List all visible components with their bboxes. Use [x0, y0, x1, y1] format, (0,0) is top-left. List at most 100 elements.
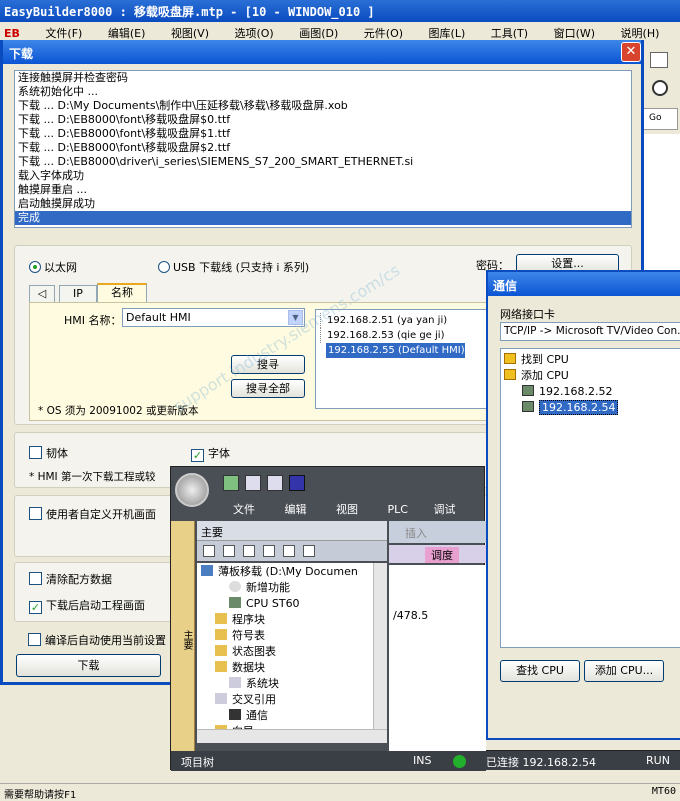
app-menu-bar: EB 文件(F) 编辑(E) 视图(V) 选项(O) 画图(D) 元件(O) 图… [0, 22, 680, 42]
s7-menu-edit[interactable]: 编辑 [285, 503, 307, 516]
usb-radio[interactable]: USB 下载线 (只支持 i 系列) [158, 259, 309, 275]
tool-icon[interactable] [263, 545, 275, 557]
cpu-icon [229, 597, 241, 608]
help-icon [229, 581, 241, 592]
custom-boot-checkbox[interactable]: 使用者自定义开机画面 [29, 506, 156, 522]
tab-name[interactable]: 名称 [97, 283, 147, 302]
search-button[interactable]: 搜寻 [231, 355, 305, 374]
toolbar-icon[interactable] [650, 52, 668, 68]
tree-item[interactable]: 新增功能 [201, 580, 373, 596]
step7-status-right: 已连接 192.168.2.54 RUN [486, 750, 680, 770]
ip-item-selected[interactable]: 192.168.2.55 (Default HMI) [326, 343, 465, 358]
ip-item[interactable]: 192.168.2.51 (ya yan ji) [320, 313, 493, 328]
check-icon[interactable] [223, 475, 239, 491]
log-line-selected[interactable]: 完成 [15, 211, 631, 225]
cpu-tree[interactable]: 找到 CPU 添加 CPU 192.168.2.52 192.168.2.54 [500, 348, 680, 648]
menu-draw[interactable]: 画图(D) [299, 27, 338, 40]
tool-icon[interactable] [223, 545, 235, 557]
tree-item[interactable]: 通信 [201, 708, 373, 724]
menu-library[interactable]: 图库(L) [429, 27, 466, 40]
search-all-button[interactable]: 搜寻全部 [231, 379, 305, 398]
menu-objects[interactable]: 元件(O) [364, 27, 403, 40]
folder-icon [215, 629, 227, 640]
log-line: 触摸屏重启 ... [18, 183, 87, 196]
menu-window[interactable]: 窗口(W) [554, 27, 595, 40]
tree-item[interactable]: 程序块 [201, 612, 373, 628]
clear-recipe-checkbox[interactable]: 清除配方数据 [29, 571, 112, 587]
find-cpu-button[interactable]: 查找 CPU [500, 660, 580, 682]
menu-edit[interactable]: 编辑(E) [108, 27, 146, 40]
vbx-icon[interactable] [267, 475, 283, 491]
tree-root[interactable]: 薄板移载 (D:\My Documen [201, 564, 373, 580]
menu-tools[interactable]: 工具(T) [491, 27, 528, 40]
comm-dialog: 通信 网络接口卡 TCP/IP -> Microsoft TV/Video Co… [486, 270, 680, 740]
close-button[interactable]: ✕ [621, 42, 641, 62]
add-cpu-button[interactable]: 添加 CPU... [584, 660, 664, 682]
cpu-node[interactable]: 192.168.2.52 [504, 384, 680, 400]
tree-scrollbar[interactable] [373, 563, 387, 729]
side-tab-main[interactable]: 主要 [171, 521, 195, 751]
tree-item[interactable]: 状态图表 [201, 644, 373, 660]
log-line: 下载 ... D:\EB8000\font\移载吸盘屏$1.ttf [18, 127, 231, 140]
cpu-node-selected[interactable]: 192.168.2.54 [504, 400, 680, 416]
status-bar: 需要帮助请按F1 MT60 [0, 783, 680, 801]
s7-menu-file[interactable]: 文件 [233, 503, 255, 516]
program-editor[interactable]: /478.5 [389, 565, 486, 751]
tab-scroll-left[interactable]: ◁ [29, 285, 55, 302]
lightning-icon [504, 353, 516, 364]
go-button[interactable]: Go [642, 108, 678, 130]
menu-options[interactable]: 选项(O) [234, 27, 273, 40]
tree-item[interactable]: 系统块 [201, 676, 373, 692]
tree-item[interactable]: 数据块 [201, 660, 373, 676]
vbx-icon[interactable] [245, 475, 261, 491]
font-checkbox[interactable]: ✓ 字体 [191, 445, 230, 462]
step7-status-bar: 项目树 INS [171, 751, 486, 771]
tree-item[interactable]: CPU ST60 [201, 596, 373, 612]
menu-help[interactable]: 说明(H) [621, 27, 660, 40]
log-line: 连接触摸屏并检查密码 [18, 71, 128, 84]
folder-icon [215, 661, 227, 672]
connected-led-icon [453, 755, 466, 768]
help-hint: 需要帮助请按F1 [4, 790, 77, 801]
auto-use-checkbox[interactable]: 编译后自动使用当前设置 [28, 632, 166, 648]
download-button[interactable]: 下载 [16, 654, 161, 677]
save-icon[interactable] [289, 475, 305, 491]
tree-item[interactable]: 符号表 [201, 628, 373, 644]
s7-menu-view[interactable]: 视图 [336, 503, 358, 516]
find-cpu-node[interactable]: 找到 CPU [504, 352, 680, 368]
hmi-name-select[interactable]: Default HMI ▼ [122, 308, 305, 327]
ethernet-radio[interactable]: 以太网 [29, 259, 77, 275]
status-right: MT60 [651, 786, 676, 797]
plc-icon [522, 401, 534, 412]
status-run: RUN [646, 754, 670, 767]
s7-menu-debug[interactable]: 调试 [433, 503, 455, 516]
tool-icon[interactable] [283, 545, 295, 557]
add-cpu-node[interactable]: 添加 CPU [504, 368, 680, 384]
insert-button[interactable]: 插入 [389, 521, 486, 543]
s7-menu-plc[interactable]: PLC [388, 503, 408, 516]
chevron-down-icon[interactable]: ▼ [288, 310, 303, 325]
ip-list[interactable]: 192.168.2.51 (ya yan ji) 192.168.2.53 (q… [315, 309, 494, 409]
menu-file[interactable]: 文件(F) [45, 27, 82, 40]
start-after-checkbox[interactable]: ✓ 下载后启动工程画面 [29, 597, 145, 614]
tool-icon[interactable] [203, 545, 215, 557]
clock-icon[interactable] [652, 80, 668, 96]
tree-item[interactable]: 交叉引用 [201, 692, 373, 708]
folder-icon [215, 613, 227, 624]
firmware-checkbox[interactable]: 韧体 [29, 445, 68, 461]
tab-debug[interactable]: 调度 [425, 547, 459, 563]
ip-item[interactable]: 192.168.2.53 (qie ge ji) [320, 328, 493, 343]
tree-hscrollbar[interactable] [197, 729, 387, 743]
app-orb-icon[interactable] [175, 473, 209, 507]
tool-icon[interactable] [243, 545, 255, 557]
first-download-note: * HMI 第一次下载工程或较 [29, 471, 156, 483]
net-card-select[interactable]: TCP/IP -> Microsoft TV/Video Con... [500, 322, 680, 341]
status-ins: INS [413, 754, 432, 767]
tab-ip[interactable]: IP [59, 285, 97, 302]
menu-view[interactable]: 视图(V) [171, 27, 209, 40]
project-tree[interactable]: 薄板移载 (D:\My Documen 新增功能 CPU ST60 程序块 符号… [197, 563, 373, 729]
project-icon [201, 565, 213, 576]
tree-toolbar [197, 541, 387, 561]
net-card-label: 网络接口卡 [500, 308, 555, 321]
tool-icon[interactable] [303, 545, 315, 557]
